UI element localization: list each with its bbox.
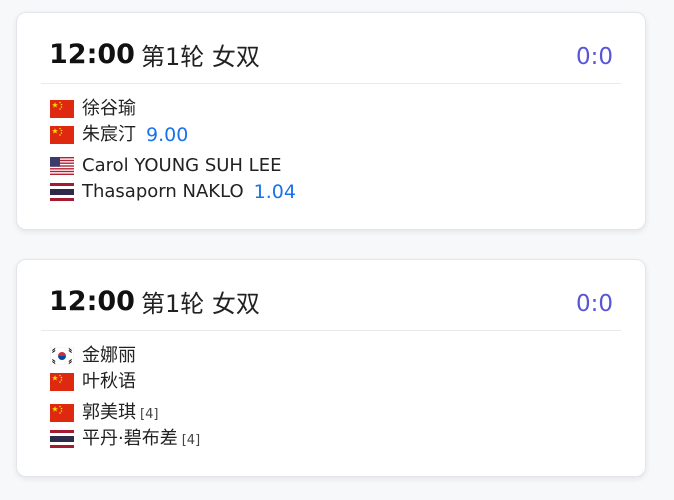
player-row: Carol YOUNG SUH LEE xyxy=(50,154,281,178)
player-name: 朱宸汀 xyxy=(82,124,136,145)
player-name: 平丹·碧布差 xyxy=(82,428,178,449)
player-name: 叶秋语 xyxy=(82,371,136,392)
match-time: 12:00 xyxy=(49,39,135,70)
match-header: 12:00 第1轮 女双 0:0 xyxy=(41,260,621,331)
seed-badge: [4] xyxy=(181,432,201,448)
player-name: 金娜丽 xyxy=(82,345,136,366)
match-score: 0:0 xyxy=(575,44,613,70)
match-header: 12:00 第1轮 女双 0:0 xyxy=(41,13,621,84)
china-flag-icon xyxy=(50,100,74,118)
china-flag-icon xyxy=(50,126,74,144)
player-name: 徐谷瑜 xyxy=(82,98,136,119)
south-korea-flag-icon xyxy=(50,347,74,365)
player-row: 朱宸汀 9.00 xyxy=(50,123,188,147)
player-name: Carol YOUNG SUH LEE xyxy=(82,155,282,176)
thailand-flag-icon xyxy=(50,430,74,448)
china-flag-icon xyxy=(50,404,74,422)
match-card[interactable]: 12:00 第1轮 女双 0:0 金娜丽 叶秋语 郭美琪 [4] 平丹·碧布差 … xyxy=(16,259,646,477)
player-row: 郭美琪 [4] xyxy=(50,401,158,425)
match-card[interactable]: 12:00 第1轮 女双 0:0 徐谷瑜 朱宸汀 9.00 Carol YOUN… xyxy=(16,12,646,230)
match-score: 0:0 xyxy=(575,291,613,317)
seed-badge: [4] xyxy=(140,406,159,422)
player-row: 金娜丽 xyxy=(50,344,136,368)
usa-flag-icon xyxy=(50,157,74,175)
match-time: 12:00 xyxy=(49,286,135,317)
player-row: 叶秋语 xyxy=(50,370,136,394)
player-row: Thasaporn NAKLO 1.04 xyxy=(50,180,296,204)
player-row: 徐谷瑜 xyxy=(50,97,136,121)
team-odds[interactable]: 1.04 xyxy=(254,180,296,204)
team-odds[interactable]: 9.00 xyxy=(146,123,188,147)
match-round: 第1轮 女双 xyxy=(141,43,260,71)
match-round: 第1轮 女双 xyxy=(141,290,260,318)
thailand-flag-icon xyxy=(50,183,74,201)
china-flag-icon xyxy=(50,373,74,391)
player-name: Thasaporn NAKLO xyxy=(82,181,244,202)
player-name: 郭美琪 xyxy=(82,402,136,423)
player-row: 平丹·碧布差 [4] xyxy=(50,427,200,451)
